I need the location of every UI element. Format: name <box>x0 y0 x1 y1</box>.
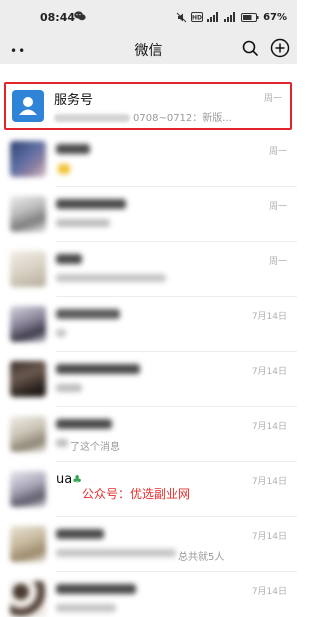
search-icon[interactable] <box>241 39 259 57</box>
title-bar: •• 微信 <box>0 32 297 64</box>
chat-time: 7月14日 <box>251 422 287 432</box>
avatar <box>10 471 46 507</box>
chat-item[interactable]: 周一 <box>0 132 297 187</box>
chat-name: 服务号 <box>54 93 94 108</box>
clover-icon: ♣ <box>72 473 83 486</box>
chat-time: 7月14日 <box>251 587 287 597</box>
chat-preview: 总共就5人 <box>178 552 225 563</box>
status-bar: 08:44 HD 67% <box>0 0 297 32</box>
chat-time: 周一 <box>268 202 287 212</box>
hd-icon: HD <box>191 12 204 22</box>
watermark-text: 公众号：优选副业网 <box>82 487 191 501</box>
person-icon <box>19 97 37 115</box>
avatar <box>10 251 46 287</box>
avatar <box>10 196 46 232</box>
chat-time: 周一 <box>263 94 282 104</box>
battery-percent: 67% <box>263 11 287 23</box>
chat-item[interactable]: 7月14日 <box>0 297 297 352</box>
chat-item[interactable]: 了这个消息 7月14日 <box>0 407 297 462</box>
avatar <box>10 416 46 452</box>
chat-time: 7月14日 <box>251 367 287 377</box>
status-time: 08:44 <box>40 11 76 24</box>
wechat-icon <box>74 11 86 21</box>
chat-name: ua♣ <box>56 472 83 487</box>
chat-item-service-accounts[interactable]: 服务号 0708~0712：新版... 周一 <box>4 82 292 130</box>
signal-icon <box>224 12 236 22</box>
chat-item[interactable]: 7月14日 <box>0 572 297 617</box>
chat-preview: 0708~0712：新版... <box>54 109 232 124</box>
mute-icon <box>176 12 187 22</box>
chat-item[interactable]: 总共就5人 7月14日 <box>0 517 297 572</box>
chat-time: 7月14日 <box>251 532 287 542</box>
chat-item[interactable]: 周一 <box>0 187 297 242</box>
add-icon[interactable] <box>270 38 290 58</box>
chat-time: 7月14日 <box>251 477 287 487</box>
avatar <box>10 141 46 177</box>
avatar <box>10 526 46 562</box>
chat-time: 7月14日 <box>251 312 287 322</box>
svg-text:HD: HD <box>192 15 202 22</box>
avatar <box>10 361 46 397</box>
chat-list: 服务号 0708~0712：新版... 周一 周一 周一 周一 7月14日 7月… <box>0 64 297 617</box>
chat-preview: 了这个消息 <box>70 442 120 453</box>
avatar <box>10 306 46 342</box>
chat-time: 周一 <box>268 147 287 157</box>
chat-time: 周一 <box>268 257 287 267</box>
status-icons: HD 67% <box>176 10 287 24</box>
chat-item[interactable]: 周一 <box>0 242 297 297</box>
avatar <box>10 581 46 617</box>
signal-icon <box>207 12 219 22</box>
chat-item[interactable]: 7月14日 <box>0 352 297 407</box>
battery-icon <box>241 12 259 22</box>
avatar <box>12 90 44 122</box>
